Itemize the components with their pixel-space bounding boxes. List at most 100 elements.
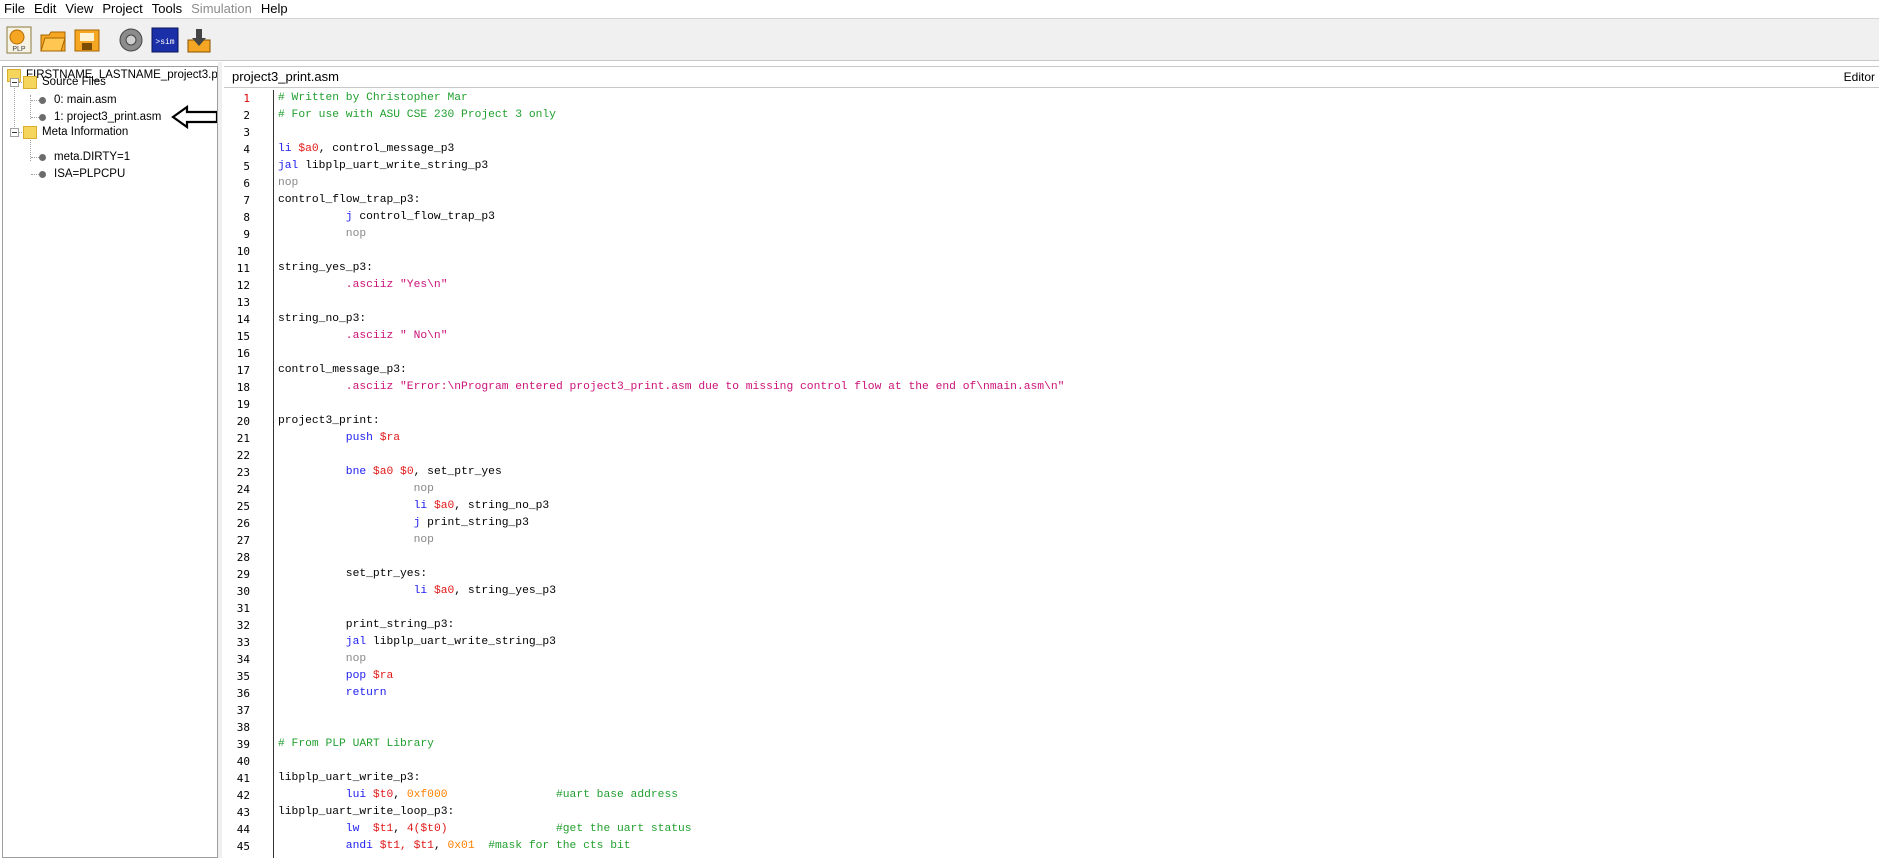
code-line[interactable]: li $a0, string_yes_p3 — [278, 583, 556, 600]
line-number: 32 — [236, 619, 250, 632]
simulate-button[interactable]: >sim — [150, 25, 180, 55]
file-label: 1: project3_print.asm — [54, 111, 162, 123]
download-icon — [187, 28, 211, 52]
code-token: # For use with ASU CSE 230 Project 3 onl… — [278, 109, 556, 121]
assemble-button[interactable] — [116, 25, 146, 55]
code-line[interactable]: return — [278, 685, 387, 702]
code-line[interactable]: nop — [278, 481, 434, 498]
program-board-button[interactable] — [184, 25, 214, 55]
code-line[interactable]: andi $t1, $t1, 0x01 #mask for the cts bi… — [278, 838, 631, 855]
code-line[interactable]: control_flow_trap_p3: — [278, 192, 420, 209]
code-area[interactable]: # Written by Christopher Mar # For use wi… — [278, 90, 1868, 858]
code-line[interactable]: libplp_uart_write_p3: — [278, 770, 420, 787]
menu-view[interactable]: View — [61, 0, 98, 18]
menu-help[interactable]: Help — [257, 0, 293, 18]
code-line[interactable]: nop — [278, 532, 434, 549]
editor-mode-label: Editor — [1843, 70, 1875, 84]
panel-splitter[interactable] — [218, 62, 222, 858]
code-line[interactable]: jal libplp_uart_write_string_p3 — [278, 158, 488, 175]
code-token: $a0 — [433, 500, 455, 512]
code-token: bne — [345, 466, 373, 478]
code-line[interactable]: .asciiz " No\n" — [278, 328, 448, 345]
code-token: libplp_uart_write_p3: — [278, 772, 421, 784]
code-token: , string_no_p3 — [454, 500, 550, 512]
line-number: 2 — [243, 109, 250, 122]
code-token: , set_ptr_yes — [413, 466, 502, 478]
code-line[interactable]: bne $a0 $0, set_ptr_yes — [278, 464, 502, 481]
code-token: .asciiz " No\n" — [345, 330, 448, 342]
line-number: 25 — [236, 500, 250, 513]
code-line[interactable]: # Written by Christopher Mar — [278, 90, 468, 107]
code-line[interactable]: j print_string_p3 — [278, 515, 529, 532]
code-token: j — [413, 517, 428, 529]
line-number: 29 — [236, 568, 250, 581]
code-line[interactable]: j control_flow_trap_p3 — [278, 209, 495, 226]
line-number: 6 — [243, 177, 250, 190]
code-line[interactable]: # From PLP UART Library — [278, 736, 434, 753]
code-token: , string_yes_p3 — [454, 585, 556, 597]
code-token: li — [278, 143, 299, 155]
code-line[interactable]: libplp_uart_write_loop_p3: — [278, 804, 454, 821]
code-line[interactable]: project3_print: — [278, 413, 380, 430]
code-line[interactable]: # For use with ASU CSE 230 Project 3 onl… — [278, 107, 556, 124]
code-line[interactable]: .asciiz "Yes\n" — [278, 277, 448, 294]
collapse-toggle-icon[interactable] — [10, 78, 19, 87]
tree-meta-dirty[interactable]: meta.DIRTY=1 — [39, 149, 130, 165]
code-line[interactable]: nop — [278, 651, 366, 668]
code-token: nop — [345, 228, 367, 240]
code-line[interactable]: control_message_p3: — [278, 362, 407, 379]
code-line[interactable]: string_yes_p3: — [278, 260, 373, 277]
tree-file-main-asm[interactable]: 0: main.asm — [39, 92, 117, 108]
line-number: 38 — [236, 721, 250, 734]
save-project-button[interactable] — [72, 25, 102, 55]
tree-meta-isa[interactable]: ISA=PLPCPU — [39, 166, 125, 182]
line-number: 3 — [243, 126, 250, 139]
new-project-button[interactable]: PLP — [4, 25, 34, 55]
line-number: 28 — [236, 551, 250, 564]
line-number: 1 — [243, 92, 250, 105]
code-token: jal — [345, 636, 373, 648]
pointer-arrow-icon — [171, 105, 217, 129]
code-line[interactable]: push $ra — [278, 430, 400, 447]
menu-tools[interactable]: Tools — [148, 0, 187, 18]
code-token: $t0 — [372, 789, 394, 801]
code-line[interactable]: string_no_p3: — [278, 311, 366, 328]
line-number: 37 — [236, 704, 250, 717]
menu-edit[interactable]: Edit — [30, 0, 61, 18]
code-line[interactable]: .asciiz "Error:\nProgram entered project… — [278, 379, 1065, 396]
line-number: 31 — [236, 602, 250, 615]
code-line[interactable]: jal libplp_uart_write_string_p3 — [278, 634, 556, 651]
code-line[interactable]: li $a0, string_no_p3 — [278, 498, 550, 515]
open-project-button[interactable] — [38, 25, 68, 55]
code-token: control_message_p3: — [278, 364, 407, 376]
tree-meta-information-node[interactable]: Meta Information — [23, 124, 128, 140]
code-line[interactable]: nop — [278, 175, 298, 192]
menu-project[interactable]: Project — [98, 0, 147, 18]
code-line[interactable]: li $a0, control_message_p3 — [278, 141, 454, 158]
code-editor[interactable]: 1 2 3 4 5 6 7 8 9 10 11 12 13 14 15 16 17 18 19 20 21 22 23 24 2… — [224, 90, 1879, 858]
code-line[interactable]: pop $ra — [278, 668, 393, 685]
code-token: $a0 — [298, 143, 319, 155]
code-line[interactable]: print_string_p3: — [278, 617, 454, 634]
line-number: 27 — [236, 534, 250, 547]
editor-file-title[interactable]: project3_print.asm — [232, 69, 339, 84]
code-token: nop — [278, 177, 299, 189]
code-line[interactable]: lw $t1, 4($t0) #get the uart status — [278, 821, 692, 838]
code-line[interactable]: set_ptr_yes: — [278, 566, 427, 583]
code-token: return — [345, 687, 387, 699]
tree-file-project3-print-asm[interactable]: 1: project3_print.asm — [39, 109, 161, 125]
collapse-toggle-icon[interactable] — [10, 128, 19, 137]
code-token: # From PLP UART Library — [278, 738, 434, 750]
tree-source-files-node[interactable]: Source Files — [23, 74, 106, 90]
code-line[interactable]: nop — [278, 226, 366, 243]
code-line[interactable]: lui $t0, 0xf000 #uart base address — [278, 787, 678, 804]
menu-file[interactable]: File — [0, 0, 30, 18]
